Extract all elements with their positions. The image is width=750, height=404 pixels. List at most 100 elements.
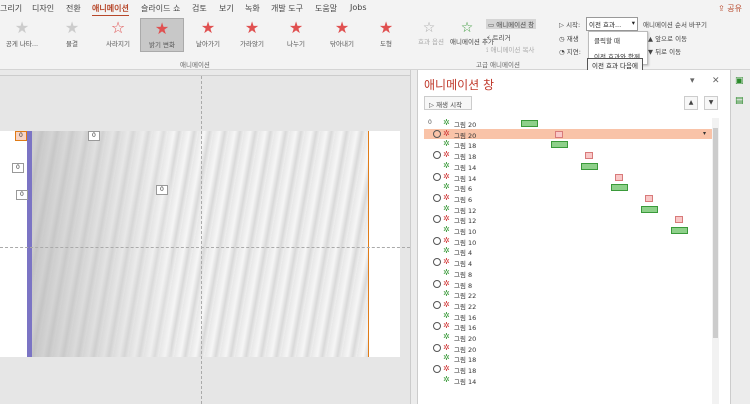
animation-tag[interactable]: 0	[16, 190, 28, 200]
move-earlier-button[interactable]: ▲ 앞으로 이동	[648, 33, 687, 43]
anim-appear[interactable]: ★ 공게 나타...	[0, 18, 44, 52]
effect-star-icon: ✲	[443, 214, 450, 224]
list-item-name: 그림 18	[454, 142, 477, 151]
list-item[interactable]: ✲ 그림 16	[424, 311, 712, 322]
animation-pane-icon[interactable]: ▤	[735, 96, 744, 106]
list-item[interactable]: ✲ 그림 14	[424, 172, 712, 183]
list-item[interactable]: ✲ 그림 8	[424, 268, 712, 279]
trigger-label: 트리거	[492, 34, 511, 42]
list-item[interactable]: ✲ 그림 18	[424, 364, 712, 375]
timeline-bar-entrance[interactable]	[521, 120, 538, 127]
tab-animations[interactable]: 애니메이션	[92, 3, 129, 17]
start-combo-value: 이전 효과...	[589, 21, 622, 29]
duration-label: 재생	[566, 35, 579, 43]
list-item[interactable]: ✲ 그림 18	[424, 353, 712, 364]
pane-scrollbar[interactable]	[712, 118, 719, 404]
list-item[interactable]: ✲ 그림 20	[424, 343, 712, 354]
list-item[interactable]: ✲ 그림 22	[424, 289, 712, 300]
selection-border	[368, 131, 369, 357]
list-item[interactable]: ✲ 그림 14	[424, 375, 712, 386]
move-later-button[interactable]: ▼ 뒤로 이동	[648, 46, 681, 56]
list-item[interactable]: ✲ 그림 16	[424, 321, 712, 332]
anim-split[interactable]: ★ 나누기	[274, 18, 318, 52]
anim-shape[interactable]: ★ 도형	[364, 18, 408, 52]
pane-splitter[interactable]	[410, 70, 418, 404]
chevron-down-icon[interactable]: ▾	[703, 130, 706, 137]
timeline-bar-exit[interactable]	[555, 130, 563, 138]
tab-review[interactable]: 검토	[192, 3, 207, 14]
animation-tag[interactable]: 0	[15, 131, 27, 141]
add-animation-button[interactable]: ☆ 애니메이션 추가	[450, 20, 494, 46]
trigger-button[interactable]: ⚡ 트리거	[486, 32, 511, 42]
animation-tag[interactable]: 0	[12, 163, 24, 173]
timeline-bar-entrance[interactable]	[551, 141, 568, 149]
list-item[interactable]: ✲ 그림 12	[424, 204, 712, 215]
timeline-bar-exit[interactable]	[585, 152, 593, 160]
timeline-bar-exit[interactable]	[615, 173, 623, 181]
start-combo[interactable]: 이전 효과... ▾	[586, 17, 638, 31]
timeline-bar-entrance[interactable]	[581, 162, 598, 170]
anim-wave[interactable]: ★ 물결	[50, 18, 94, 52]
tab-view[interactable]: 보기	[219, 3, 234, 14]
list-item[interactable]: ✲ 그림 18	[424, 139, 712, 150]
tab-record[interactable]: 녹화	[245, 3, 260, 14]
start-option-on-click[interactable]: 클릭할 때	[589, 32, 647, 48]
animation-tag[interactable]: 0	[88, 131, 100, 141]
share-button[interactable]: ⇪ 공유	[718, 3, 742, 14]
move-up-button[interactable]: ▲	[684, 96, 698, 110]
anim-fly-out[interactable]: ★ 날아가기	[186, 18, 230, 52]
effect-options-button[interactable]: ☆ 효과 옵션	[418, 20, 444, 46]
effect-star-icon: ✲	[443, 118, 450, 127]
menu-bar: 그리기 디자인 전환 애니메이션 슬라이드 쇼 검토 보기 녹화 개발 도구 도…	[0, 0, 750, 17]
add-animation-icon: ☆	[460, 20, 474, 36]
timeline-bar-entrance[interactable]	[671, 227, 688, 234]
list-item[interactable]: ✲ 그림 6	[424, 182, 712, 193]
list-item[interactable]: 0 ✲ 그림 20	[424, 118, 712, 129]
close-icon[interactable]: ✕	[712, 76, 720, 86]
pane-menu-icon[interactable]: ▾	[690, 76, 695, 86]
list-item-name: 그림 20	[454, 345, 477, 354]
timeline-bar-exit[interactable]	[645, 194, 653, 202]
tab-jobs[interactable]: Jobs	[350, 3, 367, 12]
slide-photo[interactable]	[31, 131, 369, 357]
list-item[interactable]: ✲ 그림 20 ▾	[424, 128, 712, 140]
anim-fade-out[interactable]: ☆ 사라지기	[96, 18, 140, 52]
move-later-label: 뒤로 이동	[655, 48, 682, 56]
anim-brighten[interactable]: ★ 밝기 변화	[140, 18, 184, 52]
animation-pane-button[interactable]: ▭ 애니메이션 창	[486, 19, 537, 29]
animation-painter-button[interactable]: ⟟ 애니메이션 복사	[486, 44, 534, 55]
anim-wipe[interactable]: ★ 닦아내기	[320, 18, 364, 52]
timeline-bar-exit[interactable]	[675, 216, 683, 224]
list-item[interactable]: ✲ 그림 10	[424, 236, 712, 247]
slide-workspace: 0 0 0 0 0	[0, 76, 410, 404]
list-item[interactable]: ✲ 그림 6	[424, 193, 712, 204]
anim-sink[interactable]: ★ 가라앉기	[230, 18, 274, 52]
tab-slideshow[interactable]: 슬라이드 쇼	[141, 3, 180, 14]
list-item[interactable]: ✲ 그림 8	[424, 279, 712, 290]
design-ideas-icon[interactable]: ▣	[735, 76, 744, 86]
list-item-name: 그림 20	[454, 335, 477, 343]
list-item[interactable]: ✲ 그림 20	[424, 332, 712, 343]
list-item[interactable]: ✲ 그림 18	[424, 150, 712, 161]
list-item[interactable]: ✲ 그림 4	[424, 257, 712, 268]
list-item[interactable]: ✲ 그림 4	[424, 246, 712, 257]
tab-design[interactable]: 디자인	[32, 3, 54, 14]
move-down-button[interactable]: ▼	[704, 96, 718, 110]
list-item[interactable]: ✲ 그림 10	[424, 225, 712, 236]
animation-tag[interactable]: 0	[156, 185, 168, 195]
scrollbar-thumb[interactable]	[713, 128, 718, 338]
play-button[interactable]: ▷ 재생 시작	[424, 96, 472, 110]
list-item[interactable]: ✲ 그림 22	[424, 300, 712, 311]
list-item[interactable]: ✲ 그림 12	[424, 214, 712, 225]
tab-help[interactable]: 도움말	[315, 3, 337, 14]
list-item-name: 그림 22	[454, 292, 477, 301]
effect-star-icon: ✲	[443, 203, 450, 213]
star-icon: ★	[64, 18, 80, 37]
tab-developer[interactable]: 개발 도구	[271, 3, 303, 14]
tab-transitions[interactable]: 전환	[66, 3, 81, 14]
timeline-bar-entrance[interactable]	[611, 184, 628, 192]
list-item[interactable]: ✲ 그림 14	[424, 161, 712, 172]
timeline-bar-entrance[interactable]	[641, 205, 658, 213]
animation-pane: 애니메이션 창 ▾ ✕ ▷ 재생 시작 ▲ ▼ 0 ✲ 그림 20 ✲ 그림 20 ▾ ✲ 그…	[418, 70, 730, 404]
tab-draw[interactable]: 그리기	[0, 3, 22, 14]
